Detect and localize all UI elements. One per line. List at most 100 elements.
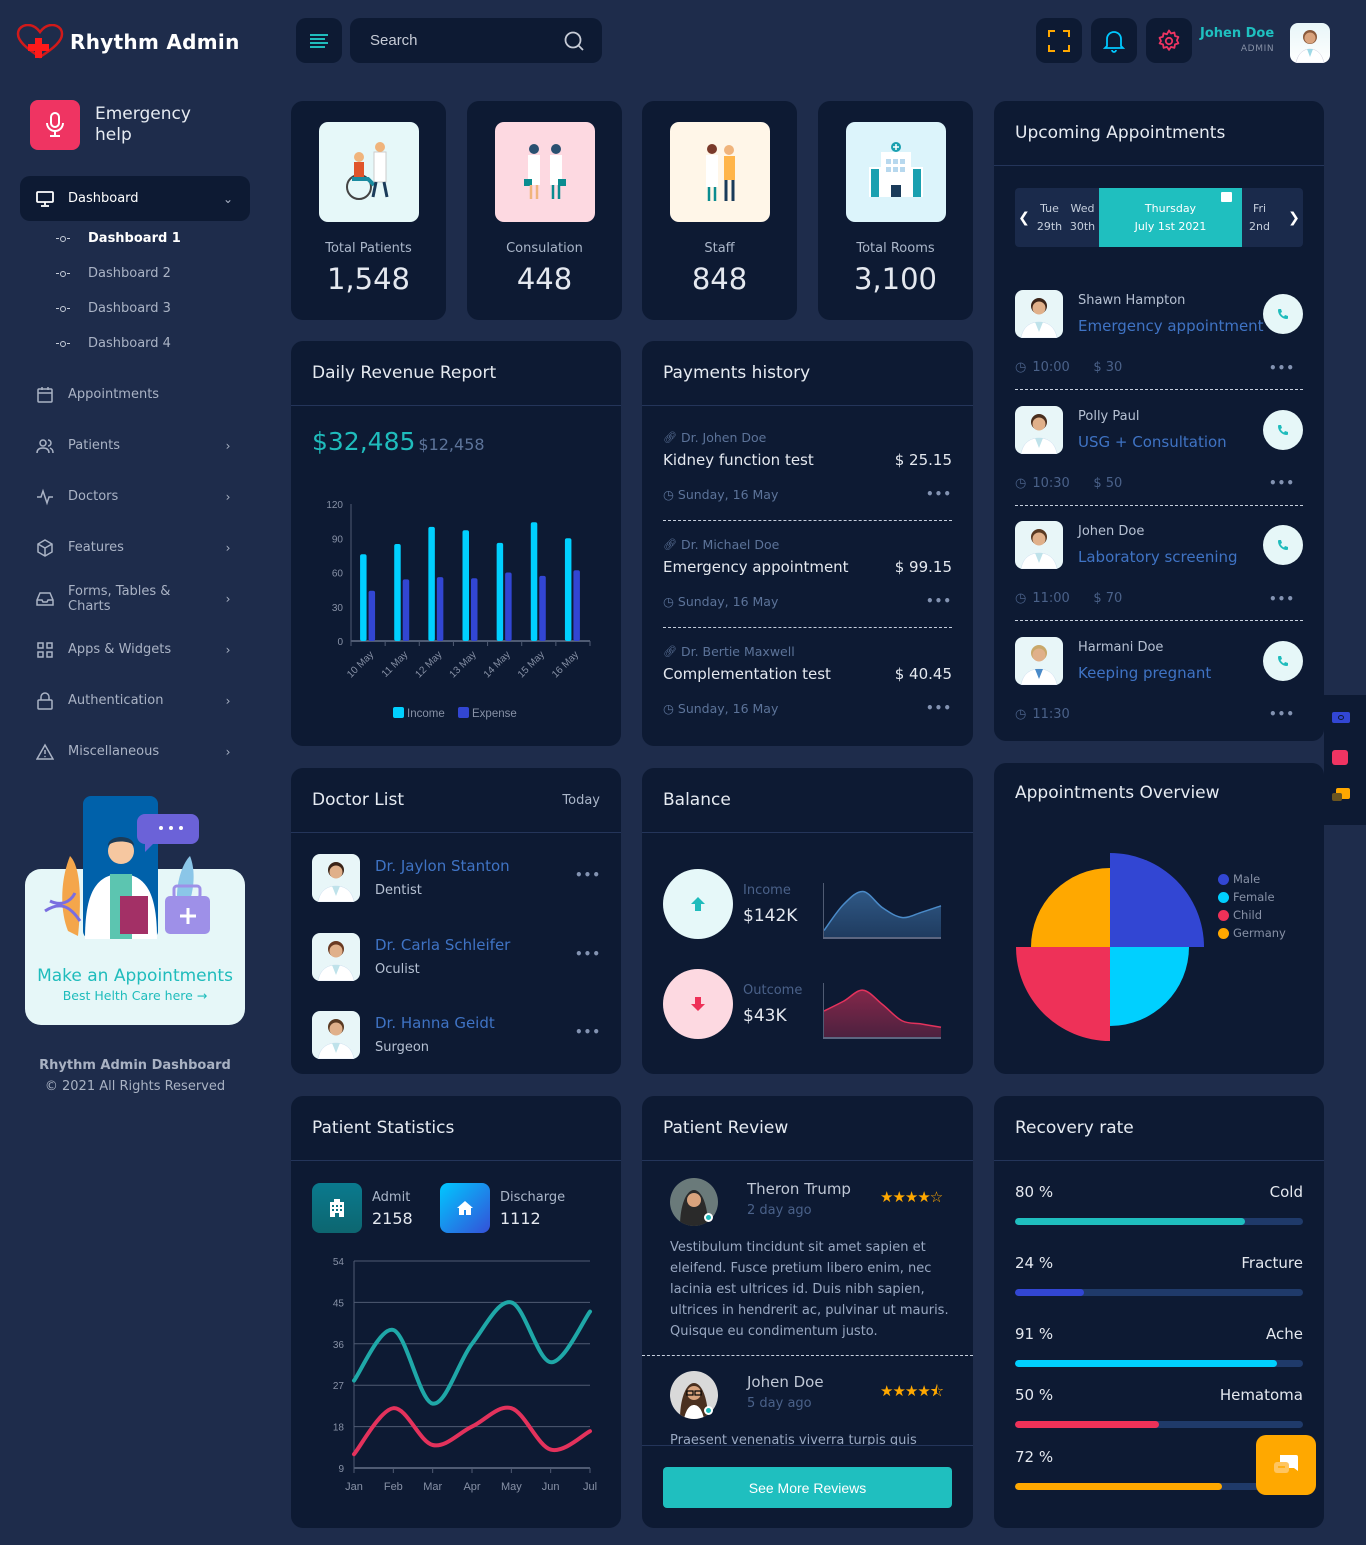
review-text: Vestibulum tincidunt sit amet sapien et … xyxy=(670,1240,949,1339)
fullscreen-button[interactable] xyxy=(1036,18,1082,63)
clock-icon: ◷ xyxy=(1015,360,1027,375)
sidebar-item-label: Patients xyxy=(68,438,121,453)
more-options-icon[interactable]: ••• xyxy=(926,701,952,716)
more-options-icon[interactable]: ••• xyxy=(1269,476,1295,490)
more-options-icon[interactable]: ••• xyxy=(575,947,601,961)
chevron-right-icon: › xyxy=(225,642,231,657)
more-options-icon[interactable]: ••• xyxy=(575,1025,601,1039)
doctor-photo xyxy=(1015,405,1063,454)
payment-doctor[interactable]: Dr. Johen Doe xyxy=(681,430,766,445)
sidebar-item-features[interactable]: Features › xyxy=(20,522,250,573)
call-button[interactable] xyxy=(1263,294,1303,334)
pie-legend: Male Female Child Germany xyxy=(1218,870,1286,942)
appointment-time: 11:00 xyxy=(1032,591,1070,606)
camera-icon[interactable] xyxy=(1332,712,1350,723)
doctor-specialty: Dentist xyxy=(375,883,422,898)
bar-income xyxy=(462,530,469,641)
call-button[interactable] xyxy=(1263,640,1303,681)
call-button[interactable] xyxy=(1263,525,1303,565)
appointment-type[interactable]: Laboratory screening xyxy=(1078,548,1238,566)
search-icon[interactable] xyxy=(564,31,584,51)
emergency-help[interactable]: Emergency help xyxy=(30,100,205,150)
line-discharge xyxy=(352,1405,592,1457)
user-info[interactable]: Johen Doe ADMIN xyxy=(1200,26,1274,54)
bar-expense xyxy=(573,570,580,641)
promo-card[interactable]: Make an Appointments Best Helth Care her… xyxy=(25,796,245,1025)
reviews-scroll-area[interactable]: Theron Trump 2 day ago ★★★★☆ Vestibulum … xyxy=(642,1162,973,1445)
date-cell[interactable]: Wed 30th xyxy=(1066,200,1099,236)
chevron-right-icon[interactable]: ❯ xyxy=(1285,210,1303,226)
more-options-icon[interactable]: ••• xyxy=(575,868,601,882)
appointment-type[interactable]: Emergency appointment xyxy=(1078,317,1264,335)
chevron-right-icon: › xyxy=(225,489,231,504)
call-button[interactable] xyxy=(1263,409,1303,450)
bullet-icon xyxy=(56,305,70,312)
see-more-reviews-button[interactable]: See More Reviews xyxy=(663,1467,952,1508)
calendar-icon xyxy=(37,386,53,403)
chevron-right-icon: › xyxy=(225,540,231,555)
recovery-item: 91 % Ache xyxy=(1015,1325,1303,1367)
user-avatar[interactable] xyxy=(1290,23,1330,63)
doctor-name[interactable]: Dr. Carla Schleifer xyxy=(375,936,510,954)
income-sparkline xyxy=(823,883,942,939)
date-cell[interactable]: Fri 2nd xyxy=(1242,200,1277,236)
sidebar-item-forms-tables-charts[interactable]: Forms, Tables & Charts › xyxy=(20,573,250,624)
sidebar-subitem-dashboard-4[interactable]: Dashboard 4 xyxy=(20,326,250,361)
appointment-price: $ 50 xyxy=(1093,475,1123,491)
settings-button[interactable] xyxy=(1146,18,1192,63)
more-options-icon[interactable]: ••• xyxy=(926,487,952,502)
review-time: 2 day ago xyxy=(747,1203,812,1218)
chevron-right-icon: › xyxy=(225,438,231,453)
more-options-icon[interactable]: ••• xyxy=(1269,592,1295,606)
sidebar-item-appointments[interactable]: Appointments xyxy=(20,369,250,420)
users-icon xyxy=(36,438,54,453)
phone-icon xyxy=(1278,309,1288,319)
appointments-overview-card: Appointments Overview Male Female Child Ger… xyxy=(994,763,1324,1074)
payment-date: Sunday, 16 May xyxy=(677,487,779,502)
x-tick-label: May xyxy=(501,1481,522,1493)
sidebar-item-apps-widgets[interactable]: Apps & Widgets › xyxy=(20,624,250,675)
doctor-name[interactable]: Dr. Jaylon Stanton xyxy=(375,857,510,875)
search-input[interactable] xyxy=(370,32,540,49)
doctor-list-filter[interactable]: Today xyxy=(562,793,600,808)
sidebar-subitem-dashboard-1[interactable]: Dashboard 1 xyxy=(20,221,250,256)
recovery-progress-track xyxy=(1015,1218,1303,1225)
sidebar-item-dashboard[interactable]: Dashboard ⌄ xyxy=(20,176,250,221)
appointment-type[interactable]: Keeping pregnant xyxy=(1078,664,1211,682)
sidebar-item-doctors[interactable]: Doctors › xyxy=(20,471,250,522)
rating-stars: ★★★★⯪ xyxy=(880,1382,944,1400)
payment-doctor[interactable]: Dr. Michael Doe xyxy=(681,537,779,552)
chat-icon[interactable] xyxy=(1332,788,1350,803)
image-icon[interactable] xyxy=(1332,750,1348,765)
patient-line-chart: 9 18 27 36 45 54 Jan Feb Mar Apr May Jun Jul xyxy=(333,1257,597,1493)
chat-button[interactable] xyxy=(1256,1435,1316,1495)
daily-revenue-card: Daily Revenue Report $32,485 $12,458 0 30 6… xyxy=(291,341,621,746)
promo-link[interactable]: Best Helth Care here → xyxy=(25,988,245,1003)
doctor-name[interactable]: Dr. Hanna Geidt xyxy=(375,1014,495,1032)
menu-toggle-button[interactable] xyxy=(296,18,342,63)
doctor-specialty: Surgeon xyxy=(375,1040,430,1055)
admit-label: Admit xyxy=(372,1190,411,1205)
chevron-left-icon[interactable]: ❮ xyxy=(1015,210,1033,226)
more-options-icon[interactable]: ••• xyxy=(1269,361,1295,375)
sidebar-subitem-dashboard-3[interactable]: Dashboard 3 xyxy=(20,291,250,326)
appointments-pie-chart xyxy=(1016,853,1204,1041)
notifications-button[interactable] xyxy=(1091,18,1137,63)
recovery-item: 50 % Hematoma xyxy=(1015,1386,1303,1428)
sidebar-item-label: Miscellaneous xyxy=(68,744,160,759)
logo[interactable]: Rhythm Admin xyxy=(16,24,240,60)
sidebar-item-miscellaneous[interactable]: Miscellaneous › xyxy=(20,726,250,777)
card-title: Payments history xyxy=(663,363,811,383)
appointment-type[interactable]: USG + Consultation xyxy=(1078,433,1227,451)
recovery-percent: 72 % xyxy=(1015,1448,1054,1466)
activity-icon xyxy=(37,488,53,505)
more-options-icon[interactable]: ••• xyxy=(1269,707,1295,721)
legend-label: Germany xyxy=(1233,926,1286,940)
sidebar-subitem-dashboard-2[interactable]: Dashboard 2 xyxy=(20,256,250,291)
date-cell-selected[interactable]: Thursday July 1st 2021 xyxy=(1099,188,1242,247)
sidebar-item-authentication[interactable]: Authentication › xyxy=(20,675,250,726)
payment-doctor[interactable]: Dr. Bertie Maxwell xyxy=(681,644,795,659)
sidebar-item-patients[interactable]: Patients › xyxy=(20,420,250,471)
date-cell[interactable]: Tue 29th xyxy=(1033,200,1066,236)
more-options-icon[interactable]: ••• xyxy=(926,594,952,609)
